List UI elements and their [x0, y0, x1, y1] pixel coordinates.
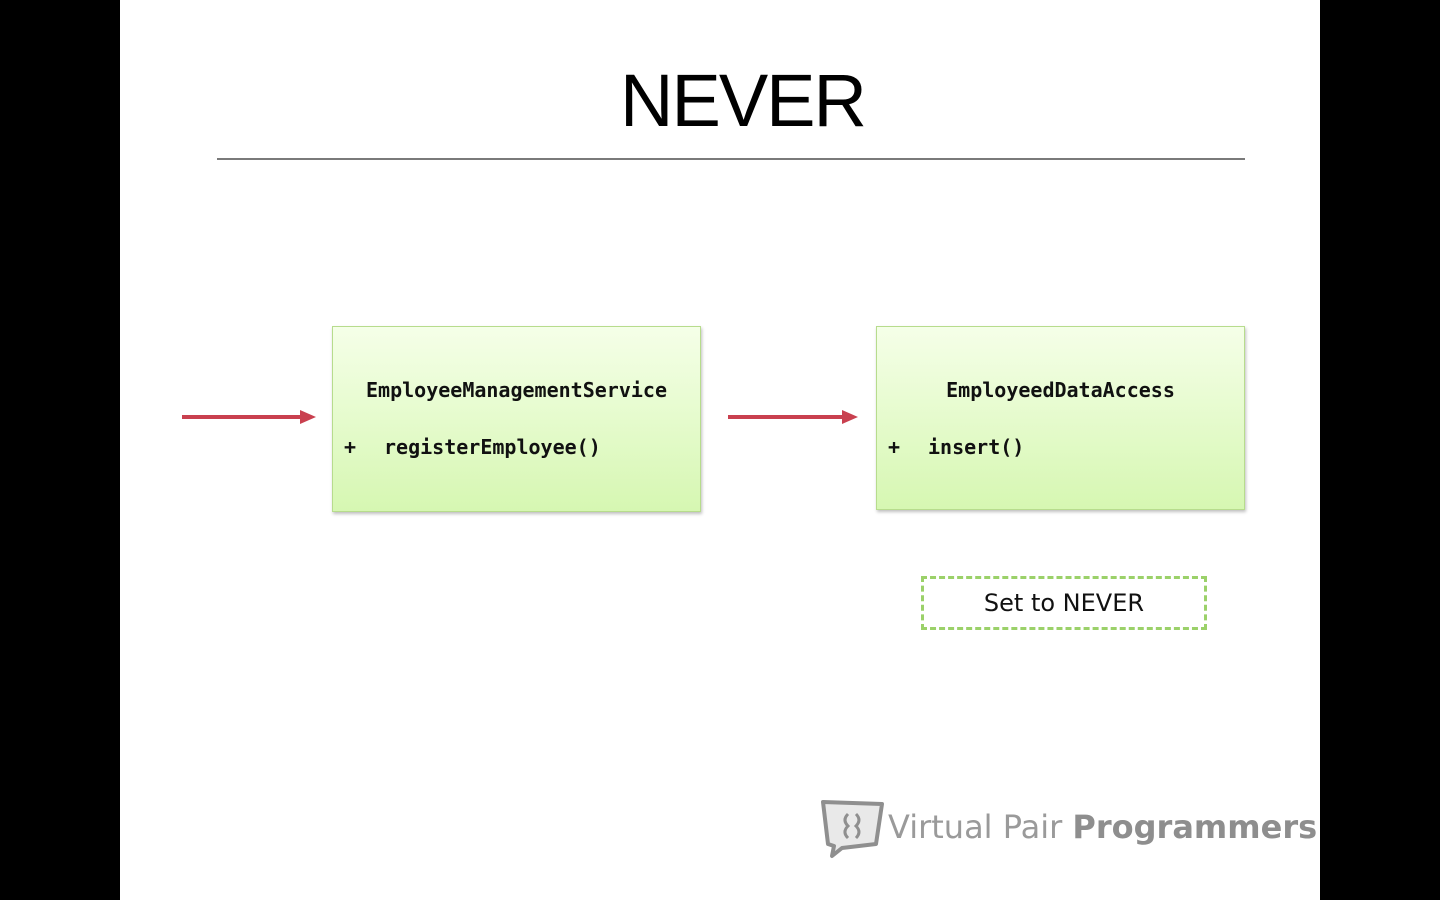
incoming-arrow	[182, 410, 316, 424]
speech-bubble-logo-icon	[821, 800, 884, 858]
call-arrow	[728, 410, 858, 424]
slide-title: NEVER	[620, 59, 867, 142]
brand-name-bold: Programmers	[1072, 808, 1318, 846]
method-name: registerEmployee()	[384, 435, 601, 459]
brand-logo: Virtual Pair Programmers	[820, 796, 1317, 862]
brand-name: Virtual Pair Programmers	[888, 808, 1317, 846]
slide: NEVER EmployeeManagementService + registe…	[120, 0, 1320, 900]
method-visibility-marker: +	[888, 435, 901, 459]
brand-name-light: Virtual Pair	[888, 808, 1073, 846]
class-box-employee-management-service: EmployeeManagementService + registerEmplo…	[332, 326, 701, 512]
class-name: EmployeedDataAccess	[946, 378, 1175, 402]
class-method: + registerEmployee()	[344, 435, 601, 459]
propagation-note: Set to NEVER	[921, 576, 1207, 630]
class-method: + insert()	[888, 435, 1024, 459]
class-name: EmployeeManagementService	[365, 378, 668, 402]
class-box-employeed-data-access: EmployeedDataAccess + insert()	[876, 326, 1245, 510]
method-name: insert()	[928, 435, 1025, 459]
method-visibility-marker: +	[344, 435, 357, 459]
title-divider	[217, 158, 1245, 160]
